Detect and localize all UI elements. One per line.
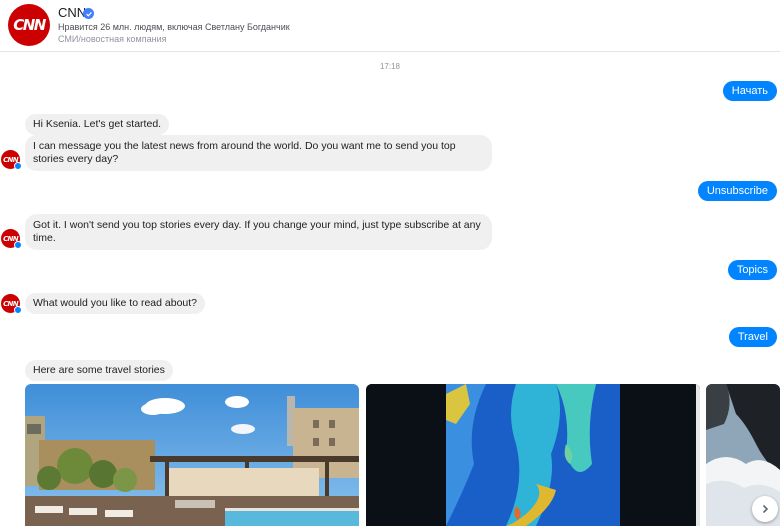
incoming-message: I can message you the latest news from a… bbox=[25, 135, 492, 171]
outgoing-message: Unsubscribe bbox=[697, 181, 777, 201]
outgoing-message: Начать bbox=[722, 81, 777, 101]
logo-text: CNN bbox=[13, 16, 46, 34]
messenger-badge-icon bbox=[14, 241, 22, 249]
outgoing-message: Topics bbox=[727, 260, 777, 280]
messenger-badge-icon bbox=[14, 306, 22, 314]
conversation-header: CNN CNN Нравится 26 млн. людям, включая … bbox=[0, 0, 780, 52]
ocean-floor-map bbox=[366, 384, 700, 526]
page-category: СМИ/новостная компания bbox=[58, 34, 167, 44]
incoming-message: Got it. I won't send you top stories eve… bbox=[25, 214, 492, 250]
rooftop-pool-photo bbox=[25, 384, 359, 526]
story-card-image[interactable] bbox=[366, 384, 700, 526]
bot-avatar: CNN bbox=[1, 150, 22, 170]
bot-avatar: CNN bbox=[1, 229, 22, 249]
incoming-message: Here are some travel stories bbox=[25, 360, 173, 381]
page-name[interactable]: CNN bbox=[58, 5, 86, 20]
messenger-badge-icon bbox=[14, 162, 22, 170]
carousel-next-button[interactable] bbox=[752, 496, 778, 522]
story-card-image[interactable] bbox=[25, 384, 359, 526]
incoming-message: What would you like to read about? bbox=[25, 293, 206, 314]
chevron-right-icon bbox=[762, 504, 769, 514]
bot-avatar: CNN bbox=[1, 294, 22, 314]
page-likes: Нравится 26 млн. людям, включая Светлану… bbox=[58, 22, 290, 32]
cnn-logo[interactable]: CNN bbox=[8, 4, 50, 46]
message-timestamp: 17:18 bbox=[379, 62, 401, 71]
verified-badge-icon bbox=[83, 8, 94, 19]
incoming-message: Hi Ksenia. Let's get started. bbox=[25, 114, 170, 135]
outgoing-message: Travel bbox=[728, 327, 777, 347]
